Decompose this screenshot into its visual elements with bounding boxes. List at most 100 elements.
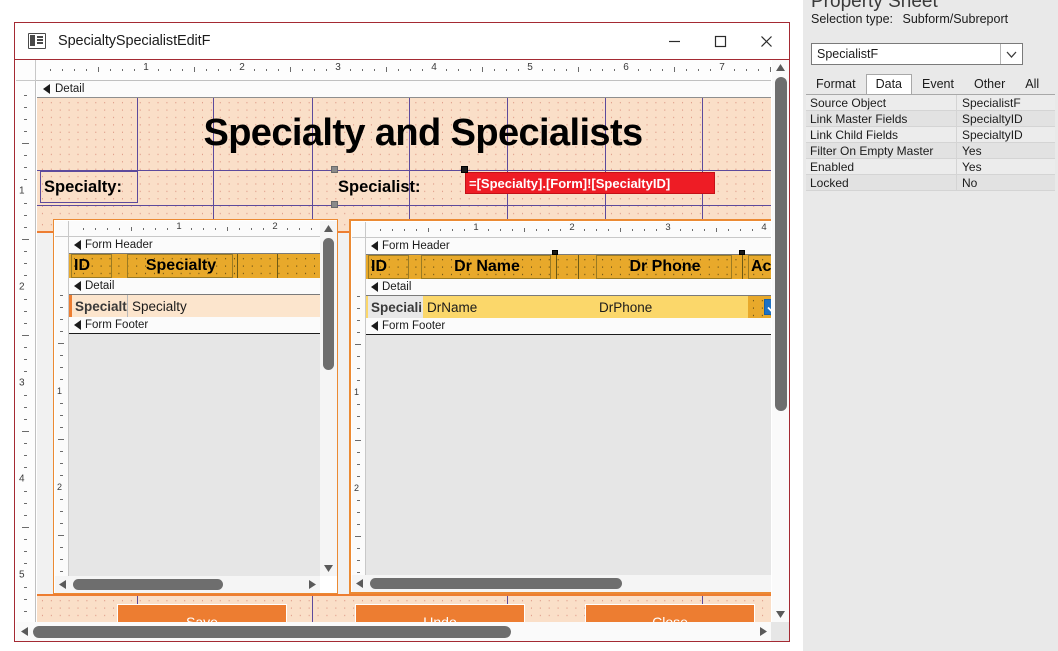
field-specialist-id[interactable]: Speciali xyxy=(368,296,423,318)
column-header-active[interactable]: Active xyxy=(748,255,771,279)
scroll-up-icon[interactable] xyxy=(772,60,789,75)
section-bar-form-footer[interactable]: Form Footer xyxy=(366,318,771,335)
property-value[interactable]: SpecialistF xyxy=(957,95,1055,110)
vertical-ruler[interactable]: 12345 xyxy=(16,81,36,622)
subform-horizontal-ruler[interactable]: 1234 xyxy=(366,222,771,238)
tab-event[interactable]: Event xyxy=(912,74,964,94)
save-button[interactable]: Save xyxy=(117,604,287,622)
close-button[interactable]: Close xyxy=(585,604,755,622)
property-row[interactable]: Link Child FieldsSpecialtyID xyxy=(806,127,1055,143)
subform-hscroll-thumb[interactable] xyxy=(73,579,223,590)
field-dr-phone[interactable]: DrPhone xyxy=(596,296,746,318)
subform-canvas[interactable]: Form Header ID Specialty Detail xyxy=(69,237,320,576)
column-header-specialty[interactable]: Specialty xyxy=(127,254,233,278)
object-selector-combobox[interactable]: SpecialistF xyxy=(811,43,1023,65)
section-label-detail: Detail xyxy=(55,83,84,95)
column-header-dr-name[interactable]: Dr Name xyxy=(421,255,551,279)
specialty-label[interactable]: Specialty: xyxy=(40,171,138,203)
subform-vertical-ruler[interactable]: 12 xyxy=(352,238,366,592)
section-bar-detail[interactable]: Detail xyxy=(37,81,771,98)
window-hscroll-thumb[interactable] xyxy=(33,626,511,638)
property-row[interactable]: Link Master FieldsSpecialtyID xyxy=(806,111,1055,127)
property-value[interactable]: No xyxy=(957,175,1055,190)
specialist-subform[interactable]: 1234 12 Form Header ID Dr Name Dr Phone … xyxy=(349,219,771,594)
subform-horizontal-scrollbar[interactable] xyxy=(352,575,771,592)
specialty-subform[interactable]: 12 12 Form Header ID Specialty xyxy=(53,219,338,594)
property-row[interactable]: Source ObjectSpecialistF xyxy=(806,95,1055,111)
tab-all[interactable]: All xyxy=(1015,74,1049,94)
subform-vscroll-thumb[interactable] xyxy=(323,238,334,370)
subform-vertical-ruler[interactable]: 12 xyxy=(55,237,69,593)
undo-button[interactable]: Undo xyxy=(355,604,525,622)
section-bar-form-footer[interactable]: Form Footer xyxy=(69,317,320,334)
window-vertical-scrollbar[interactable] xyxy=(772,60,789,622)
form-design-icon xyxy=(28,33,46,49)
scroll-left-icon[interactable] xyxy=(16,622,32,641)
scroll-down-icon[interactable] xyxy=(320,561,337,576)
active-checkbox-cell[interactable] xyxy=(748,296,771,318)
subform-ruler-corner[interactable] xyxy=(352,222,366,238)
tab-data[interactable]: Data xyxy=(866,74,912,94)
subform-hscroll-thumb[interactable] xyxy=(370,578,622,589)
resize-handle-top[interactable] xyxy=(331,166,338,173)
design-canvas[interactable]: Detail Specialty and Sp xyxy=(37,81,771,622)
resize-handle-bottom[interactable] xyxy=(331,201,338,208)
field-dr-name[interactable]: DrName xyxy=(424,296,594,318)
property-row[interactable]: Filter On Empty MasterYes xyxy=(806,143,1055,159)
section-bar-subform-detail[interactable]: Detail xyxy=(69,278,320,295)
detail-row[interactable]: Specialt Specialty xyxy=(69,295,320,317)
maximize-icon[interactable] xyxy=(697,23,743,59)
property-tabs[interactable]: FormatDataEventOtherAll xyxy=(806,73,1049,94)
scroll-left-icon[interactable] xyxy=(55,576,70,593)
tab-format[interactable]: Format xyxy=(806,74,866,94)
property-value[interactable]: SpecialtyID xyxy=(957,127,1055,142)
minimize-icon[interactable] xyxy=(651,23,697,59)
section-bar-form-header[interactable]: Form Header xyxy=(366,238,771,255)
subform-vertical-scrollbar[interactable] xyxy=(320,221,337,576)
resize-handle-dr-name[interactable] xyxy=(552,250,558,255)
chevron-down-icon[interactable] xyxy=(1000,44,1022,64)
window-vscroll-thumb[interactable] xyxy=(775,77,787,411)
form-header-band[interactable]: ID Specialty xyxy=(69,254,320,278)
form-title-label[interactable]: Specialty and Specialists xyxy=(143,104,703,162)
close-icon[interactable] xyxy=(743,23,789,59)
property-value[interactable]: Yes xyxy=(957,143,1055,158)
column-header-dr-phone[interactable]: Dr Phone xyxy=(596,255,732,279)
scroll-down-icon[interactable] xyxy=(772,607,789,622)
section-bar-form-header[interactable]: Form Header xyxy=(69,237,320,254)
section-bar-subform-detail[interactable]: Detail xyxy=(366,279,771,296)
detail-design-area[interactable]: Specialty and Specialists Specialty: Spe… xyxy=(37,98,771,220)
ruler-corner[interactable] xyxy=(16,60,36,81)
tab-other[interactable]: Other xyxy=(964,74,1015,94)
form-header-band[interactable]: ID Dr Name Dr Phone Active xyxy=(366,255,771,279)
property-row[interactable]: EnabledYes xyxy=(806,159,1055,175)
subform-horizontal-ruler[interactable]: 12 xyxy=(69,221,323,237)
property-rows[interactable]: Source ObjectSpecialistFLink Master Fiel… xyxy=(806,95,1055,191)
window-horizontal-scrollbar[interactable] xyxy=(16,622,771,641)
column-header-id[interactable]: ID xyxy=(71,254,112,278)
column-header-id[interactable]: ID xyxy=(368,255,409,279)
horizontal-ruler[interactable]: 1234567 xyxy=(36,60,771,81)
form-footer-empty-area[interactable] xyxy=(69,334,320,576)
scroll-right-icon[interactable] xyxy=(305,576,320,593)
scroll-right-icon[interactable] xyxy=(755,622,771,641)
subform-canvas[interactable]: Form Header ID Dr Name Dr Phone Active xyxy=(366,238,771,575)
resize-handle-active[interactable] xyxy=(739,250,745,255)
scroll-up-icon[interactable] xyxy=(320,221,337,236)
property-value[interactable]: Yes xyxy=(957,159,1055,174)
property-value[interactable]: SpecialtyID xyxy=(957,111,1055,126)
detail-row[interactable]: Speciali DrName DrPhone xyxy=(366,296,771,318)
specialist-label[interactable]: Specialist: xyxy=(335,171,445,203)
section-caret-icon xyxy=(371,241,378,251)
active-checkbox[interactable] xyxy=(764,299,771,315)
resize-handle-expression[interactable] xyxy=(461,166,468,173)
field-specialty[interactable]: Specialty xyxy=(129,295,309,317)
field-specialty-id[interactable]: Specialt xyxy=(72,295,127,317)
property-row[interactable]: LockedNo xyxy=(806,175,1055,191)
link-expression-textbox[interactable]: =[Specialty].[Form]![SpecialtyID] xyxy=(465,172,715,194)
scroll-left-icon[interactable] xyxy=(352,575,367,592)
form-footer-empty-area[interactable] xyxy=(366,335,771,575)
subform-ruler-corner[interactable] xyxy=(55,221,69,237)
subform-horizontal-scrollbar[interactable] xyxy=(55,576,320,593)
button-band[interactable]: Save Undo Close xyxy=(37,596,771,622)
